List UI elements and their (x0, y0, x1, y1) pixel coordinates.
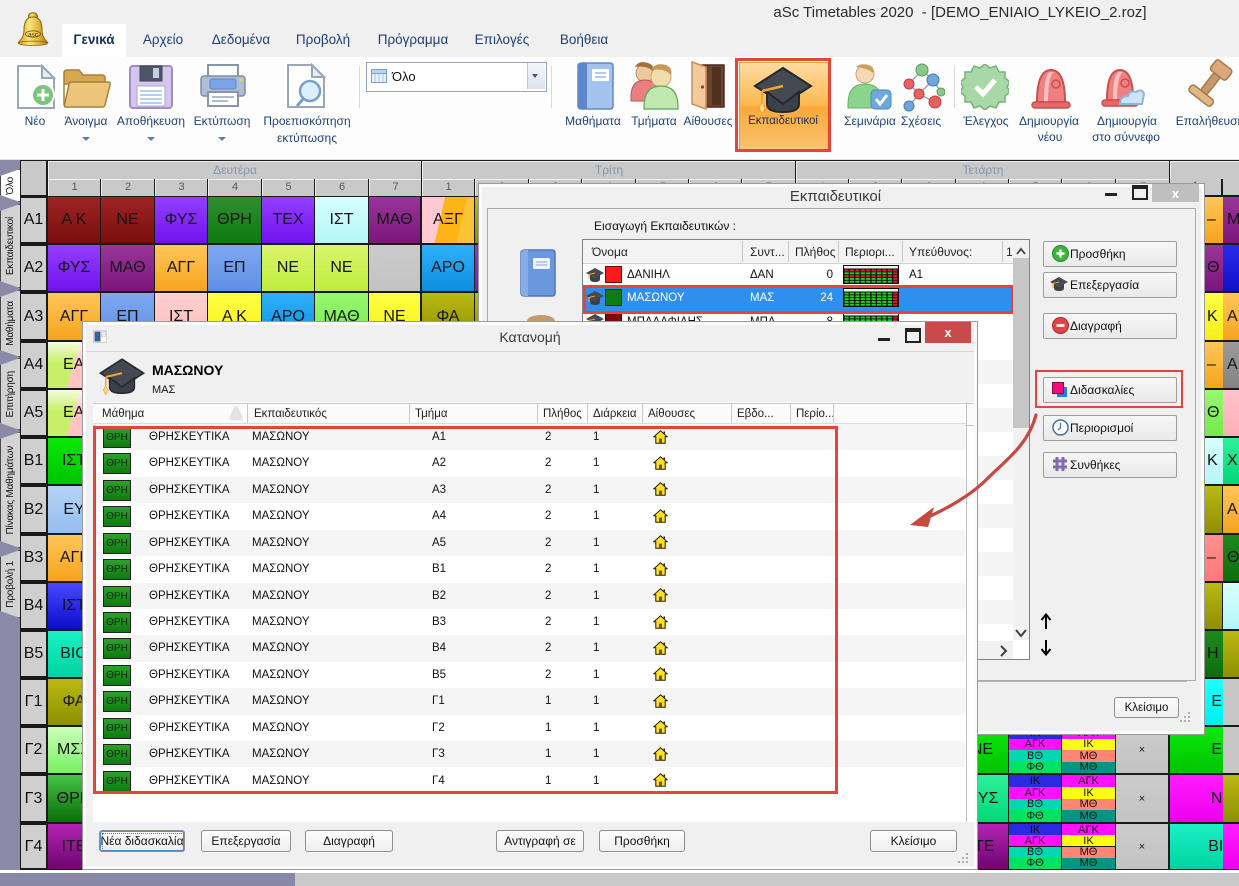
svg-text:asc: asc (28, 32, 39, 39)
